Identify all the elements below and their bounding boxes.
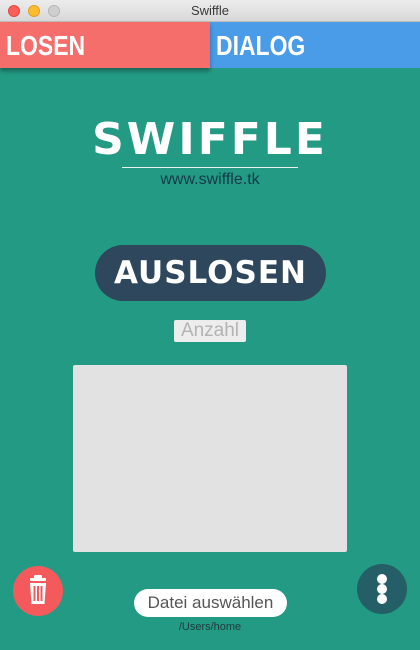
anzahl-input[interactable] [174,320,246,342]
trash-icon [30,575,46,604]
app-logo: SWIFFLE [92,114,328,165]
selected-file-path: /Users/home [178,621,242,633]
app-window: Swiffle LOSEN DIALOG SWIFFLE www.swiffle… [0,0,420,650]
results-area [73,365,347,552]
tab-dialog[interactable]: DIALOG [210,22,420,68]
window-title: Swiffle [190,3,230,18]
auslosen-button[interactable]: AUSLOSEN [95,245,326,301]
tab-losen[interactable]: LOSEN [0,22,210,68]
tab-losen-label: LOSEN [6,30,86,61]
delete-button[interactable] [13,566,63,616]
website-url: www.swiffle.tk [160,171,260,188]
file-select-button[interactable]: Datei auswählen [134,589,287,617]
tab-dialog-label: DIALOG [216,30,306,61]
title-bar: Swiffle [0,0,420,22]
logo-divider [122,167,298,168]
more-options-button[interactable] [357,564,407,614]
